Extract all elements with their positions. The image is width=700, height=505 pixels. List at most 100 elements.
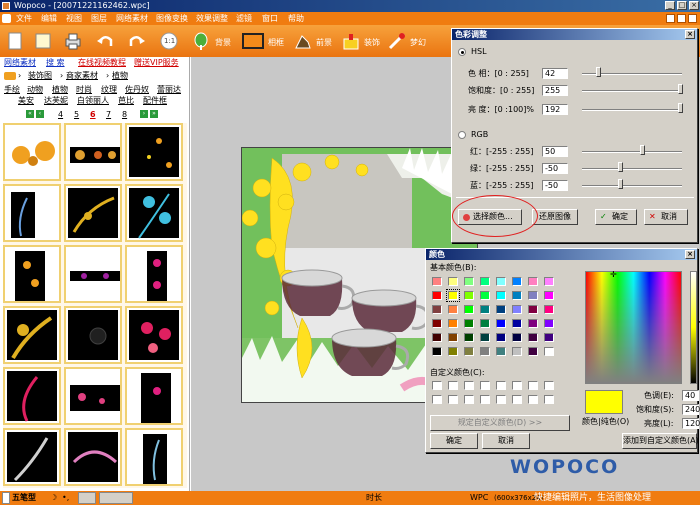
undo-button[interactable]	[96, 29, 118, 53]
basic-color-swatch[interactable]	[528, 319, 538, 328]
basic-color-swatch[interactable]	[432, 305, 442, 314]
basic-color-swatch[interactable]	[464, 333, 474, 342]
category-texture[interactable]: 纹理	[101, 85, 117, 95]
basic-color-swatch[interactable]	[496, 305, 506, 314]
custom-color-swatch[interactable]	[496, 395, 506, 404]
mdi-restore-button[interactable]	[677, 14, 686, 23]
basic-color-swatch[interactable]	[432, 277, 442, 286]
tab-video-tutorial[interactable]: 在线视频教程	[78, 58, 126, 68]
basic-color-swatch[interactable]	[448, 333, 458, 342]
basic-color-swatch[interactable]	[496, 277, 506, 286]
category-giordano[interactable]: 佐丹奴	[125, 85, 149, 95]
basic-color-swatch[interactable]	[544, 277, 554, 286]
custom-color-swatch[interactable]	[528, 381, 538, 390]
red-slider-thumb[interactable]	[640, 145, 645, 155]
hsl-radio[interactable]	[458, 48, 466, 56]
page-link-current[interactable]: 6	[90, 110, 96, 120]
basic-color-swatch[interactable]	[464, 347, 474, 356]
basic-color-swatch[interactable]	[544, 291, 554, 300]
menu-effect-adjust[interactable]: 效果调整	[196, 12, 228, 25]
custom-color-swatch[interactable]	[464, 395, 474, 404]
hue-slider-thumb[interactable]	[596, 67, 601, 77]
basic-color-swatch[interactable]	[432, 319, 442, 328]
basic-color-swatch[interactable]	[528, 291, 538, 300]
basic-color-swatch[interactable]	[528, 277, 538, 286]
prev-page-icon[interactable]: ‹	[36, 110, 44, 118]
decoration-button[interactable]: 装饰	[342, 29, 384, 53]
basic-color-swatch[interactable]	[480, 277, 490, 286]
custom-color-swatch[interactable]	[480, 395, 490, 404]
basic-color-swatch[interactable]	[496, 333, 506, 342]
basic-color-swatch[interactable]	[544, 347, 554, 356]
minimize-button[interactable]: _	[665, 1, 675, 10]
mdi-close-button[interactable]	[688, 14, 697, 23]
thumbnail[interactable]	[64, 123, 122, 181]
basic-color-swatch[interactable]	[512, 319, 522, 328]
custom-color-swatch[interactable]	[432, 381, 442, 390]
green-input[interactable]: -50	[542, 163, 568, 174]
basic-color-swatch[interactable]	[544, 319, 554, 328]
custom-color-swatch[interactable]	[480, 381, 490, 390]
custom-color-swatch[interactable]	[464, 381, 474, 390]
basic-color-swatch[interactable]	[464, 291, 474, 300]
basic-color-swatch[interactable]	[480, 347, 490, 356]
thumbnail[interactable]	[64, 306, 122, 364]
red-input[interactable]: 50	[542, 146, 568, 157]
thumbnail[interactable]	[125, 123, 183, 181]
menu-window[interactable]: 窗口	[262, 12, 278, 25]
custom-color-swatch[interactable]	[512, 381, 522, 390]
luminance-bar[interactable]	[690, 271, 697, 384]
dream-button[interactable]: 梦幻	[388, 29, 434, 53]
custom-color-swatch[interactable]	[448, 381, 458, 390]
custom-color-swatch[interactable]	[544, 395, 554, 404]
punct-icon[interactable]: •,	[62, 492, 69, 504]
redo-button[interactable]	[128, 29, 150, 53]
basic-color-swatch[interactable]	[448, 319, 458, 328]
menu-filter[interactable]: 滤镜	[236, 12, 252, 25]
restore-image-button[interactable]: 还原图像	[532, 209, 578, 225]
next-page-icon[interactable]: ›	[140, 110, 148, 118]
green-slider-thumb[interactable]	[618, 162, 623, 172]
add-custom-color-button[interactable]: 添加到自定义颜色(A)	[622, 433, 699, 449]
menu-view[interactable]: 视图	[66, 12, 82, 25]
basic-color-swatch[interactable]	[464, 319, 474, 328]
thumbnail[interactable]	[3, 123, 61, 181]
frame-button[interactable]: 相框	[242, 29, 288, 53]
custom-color-swatch[interactable]	[544, 381, 554, 390]
basic-color-swatch[interactable]	[496, 347, 506, 356]
category-plant[interactable]: 植物	[52, 85, 68, 95]
lightness-input[interactable]: 192	[542, 104, 568, 115]
breadcrumb-vendor[interactable]: 商家素材	[66, 71, 98, 81]
custom-color-swatch[interactable]	[432, 395, 442, 404]
thumbnail[interactable]	[125, 428, 183, 486]
menu-online-material[interactable]: 网络素材	[116, 12, 148, 25]
mdi-minimize-button[interactable]	[666, 14, 675, 23]
saturation-input[interactable]: 255	[542, 85, 568, 96]
menu-layer[interactable]: 图层	[91, 12, 107, 25]
lum-field-input[interactable]: 120	[682, 418, 700, 429]
category-accessory-frame[interactable]: 配件框	[143, 96, 167, 106]
lightness-slider-thumb[interactable]	[678, 103, 683, 113]
cancel-button[interactable]: ✕ 取消	[644, 209, 688, 225]
menu-edit[interactable]: 编辑	[41, 12, 57, 25]
thumbnail[interactable]	[3, 184, 61, 242]
blue-slider-thumb[interactable]	[618, 179, 623, 189]
page-link[interactable]: 8	[122, 110, 127, 120]
basic-color-swatch[interactable]	[480, 305, 490, 314]
print-button[interactable]	[64, 29, 86, 53]
input-method-icon[interactable]	[2, 492, 10, 504]
last-page-icon[interactable]: »	[150, 110, 158, 118]
close-button[interactable]: ×	[689, 1, 699, 10]
basic-color-swatch[interactable]	[512, 305, 522, 314]
thumbnail[interactable]	[64, 184, 122, 242]
thumbnail[interactable]	[125, 245, 183, 303]
basic-color-swatch[interactable]	[464, 277, 474, 286]
tab-search[interactable]: 搜 索	[46, 58, 65, 68]
basic-color-swatch[interactable]	[448, 277, 458, 286]
sat-field-input[interactable]: 240	[682, 404, 700, 415]
hue-field-input[interactable]: 40	[682, 390, 699, 401]
actual-size-button[interactable]: 1:1	[160, 29, 182, 53]
background-button[interactable]: 背景	[192, 29, 238, 53]
category-meian[interactable]: 美安	[18, 96, 34, 106]
basic-color-swatch[interactable]	[464, 305, 474, 314]
